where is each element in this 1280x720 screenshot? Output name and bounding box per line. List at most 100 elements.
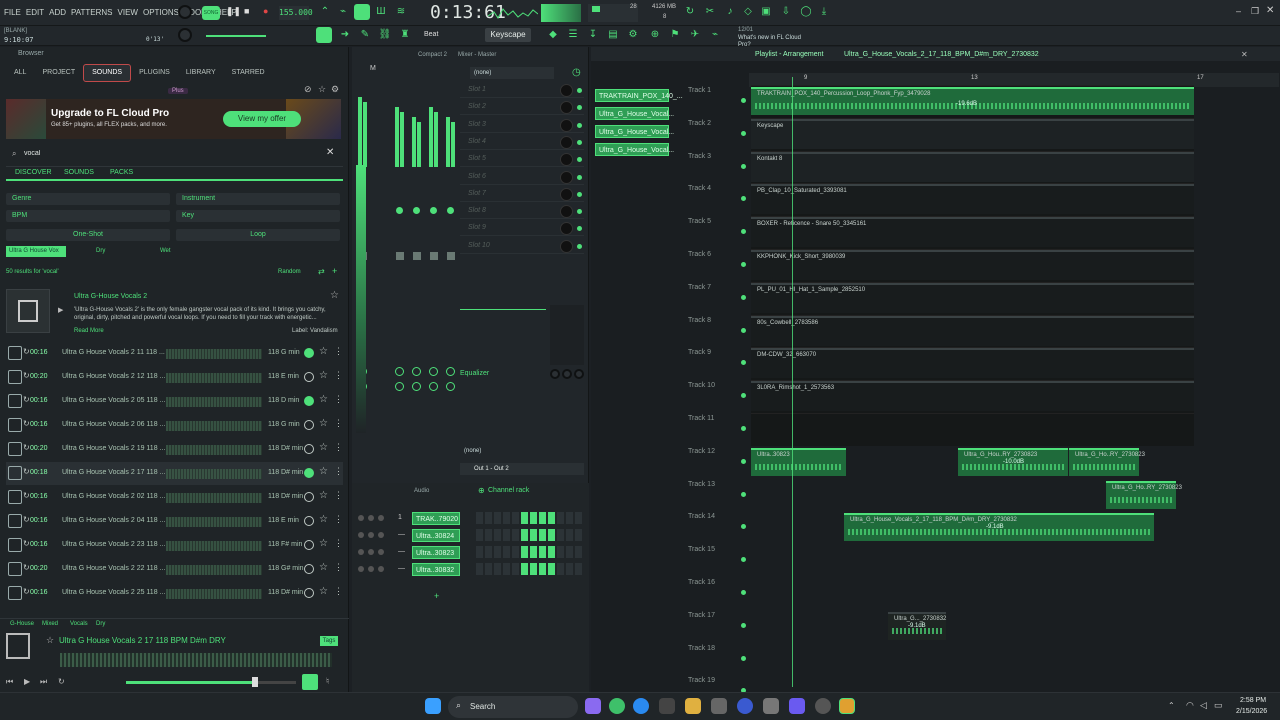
sample-name[interactable]: Ultra G House Vocals 2 05 118 ... [62, 397, 165, 404]
step-button[interactable] [557, 563, 564, 575]
slot-knob[interactable] [560, 118, 573, 132]
sample-row[interactable]: 00:16 ↻ Ultra G House Vocals 2 25 118 ... 1… [6, 582, 343, 605]
sample-loop-icon[interactable]: ↻ [23, 587, 30, 596]
step-button[interactable] [476, 529, 483, 541]
track-mute-led[interactable] [741, 196, 746, 202]
step-button[interactable] [485, 563, 492, 575]
track-mute-led[interactable] [741, 622, 746, 628]
clock-time[interactable]: 2:58 PM [1240, 697, 1266, 704]
volume-icon[interactable]: ◁ [1200, 700, 1207, 711]
tool-icon-f[interactable]: ⊕ [648, 28, 662, 42]
refresh-browser-icon[interactable]: ⊘ [304, 84, 312, 95]
tags-button[interactable]: Tags [320, 636, 338, 646]
track-label[interactable]: Track 8 [688, 317, 748, 324]
track-mute-led[interactable] [741, 590, 746, 595]
eq-knob-2[interactable] [562, 369, 572, 379]
app-icon-3[interactable] [711, 698, 727, 714]
sample-loop-icon[interactable]: ↻ [23, 491, 30, 500]
now-playing-star-icon[interactable]: ☆ [46, 635, 54, 646]
step-button[interactable] [512, 546, 519, 558]
effect-slot[interactable]: Slot 2 [460, 100, 584, 116]
channel-knob[interactable] [358, 515, 364, 521]
mic-icon[interactable]: ♪ [723, 5, 737, 19]
playlist-close-icon[interactable]: ✕ [1241, 50, 1248, 59]
sample-waveform[interactable] [166, 517, 262, 527]
sample-star-icon[interactable]: ☆ [319, 466, 328, 477]
effect-slot[interactable]: Slot 4 [460, 135, 584, 150]
track-mute-led[interactable] [741, 327, 746, 333]
sample-check-icon[interactable] [304, 588, 314, 598]
track-label[interactable]: Track 9 [688, 349, 748, 356]
sample-waveform[interactable] [166, 349, 262, 359]
pack-cover-image[interactable] [6, 289, 50, 333]
step-button[interactable] [503, 563, 510, 575]
tab-sounds[interactable]: SOUNDS [83, 64, 132, 82]
sample-check-icon[interactable] [304, 372, 314, 382]
sample-menu-icon[interactable]: ⋮ [334, 370, 343, 381]
sample-name[interactable]: Ultra G House Vocals 2 04 118 ... [62, 517, 165, 524]
bpm-filter[interactable]: BPM [6, 210, 170, 222]
track-label[interactable]: Track 17 [688, 612, 748, 619]
sample-star-icon[interactable]: ☆ [319, 442, 328, 453]
track-label[interactable]: Track 4 [688, 185, 748, 192]
insert-selector[interactable]: (none) [470, 67, 554, 79]
step-button[interactable] [575, 529, 582, 541]
genre-filter[interactable]: Genre [6, 193, 170, 205]
channel-button[interactable]: Ultra..30824 [412, 529, 460, 542]
channel-knob[interactable] [358, 532, 364, 538]
slot-knob[interactable] [560, 187, 573, 201]
loop-filter[interactable]: Loop [176, 229, 340, 241]
step-button[interactable] [539, 563, 546, 575]
blend-icon[interactable]: Ш [374, 5, 388, 19]
step-button[interactable] [530, 546, 537, 558]
effect-slot[interactable]: Slot 8 [460, 204, 584, 220]
channel-row[interactable]: — Ultra..30823 [356, 545, 589, 560]
pause-icon[interactable]: ❚❚ [226, 6, 241, 17]
channel-knob[interactable] [368, 515, 374, 521]
app-icon-5[interactable] [763, 698, 779, 714]
effect-slot[interactable]: Slot 1 [460, 83, 584, 98]
slot-led[interactable] [577, 157, 582, 163]
mixer-insert-strip[interactable] [410, 77, 424, 437]
sample-menu-icon[interactable]: ⋮ [334, 346, 343, 357]
step-button[interactable] [476, 563, 483, 575]
step-button[interactable] [575, 546, 582, 558]
sample-waveform[interactable] [166, 469, 262, 479]
restore-icon[interactable]: ❐ [1251, 6, 1259, 17]
loop-icon[interactable]: ↻ [58, 677, 65, 686]
step-button[interactable] [485, 529, 492, 541]
app-icon-1[interactable] [585, 698, 601, 714]
channel-button[interactable]: Ultra..30823 [412, 546, 460, 559]
sample-name[interactable]: Ultra G House Vocals 2 19 118 ... [62, 445, 165, 452]
settings-icon[interactable]: ⚙ [331, 84, 339, 95]
sample-waveform[interactable] [166, 541, 262, 551]
track-label[interactable]: Track 5 [688, 218, 748, 225]
mute-led[interactable] [396, 207, 403, 214]
sample-check-icon[interactable] [304, 444, 314, 454]
effect-slot[interactable]: Slot 10 [460, 239, 584, 254]
channel-knob[interactable] [378, 549, 384, 555]
sample-row[interactable]: 00:16 ↻ Ultra G House Vocals 2 06 118 ... 1… [6, 414, 343, 437]
subtab-packs[interactable]: PACKS [110, 169, 133, 176]
sample-name[interactable]: Ultra G House Vocals 2 22 118 ... [62, 565, 165, 572]
now-playing-waveform[interactable] [60, 653, 332, 667]
step-button[interactable] [512, 563, 519, 575]
windows-start-icon[interactable] [425, 698, 441, 714]
clock-date[interactable]: 2/15/2026 [1236, 708, 1267, 715]
instrument-filter[interactable]: Instrument [176, 193, 340, 205]
track-mute-led[interactable] [741, 262, 746, 267]
pack-title[interactable]: Ultra G-House Vocals 2 [74, 293, 147, 300]
search-input[interactable] [24, 147, 324, 160]
tab-project[interactable]: PROJECT [34, 65, 83, 81]
app-icon-6[interactable] [815, 698, 831, 714]
track-label[interactable]: Track 3 [688, 153, 748, 160]
track-mute-led[interactable] [741, 458, 746, 464]
sort-dropdown[interactable]: Random [278, 269, 301, 275]
tag-ultra-g-house[interactable]: Ultra G House Vox [6, 246, 66, 257]
add-icon[interactable]: + [332, 266, 337, 276]
footer-tag-mixed[interactable]: Mixed [42, 621, 58, 627]
slot-led[interactable] [577, 226, 582, 232]
minimize-icon[interactable]: – [1236, 6, 1241, 16]
tab-library[interactable]: LIBRARY [178, 65, 224, 81]
paint-icon[interactable]: ✎ [358, 28, 372, 42]
